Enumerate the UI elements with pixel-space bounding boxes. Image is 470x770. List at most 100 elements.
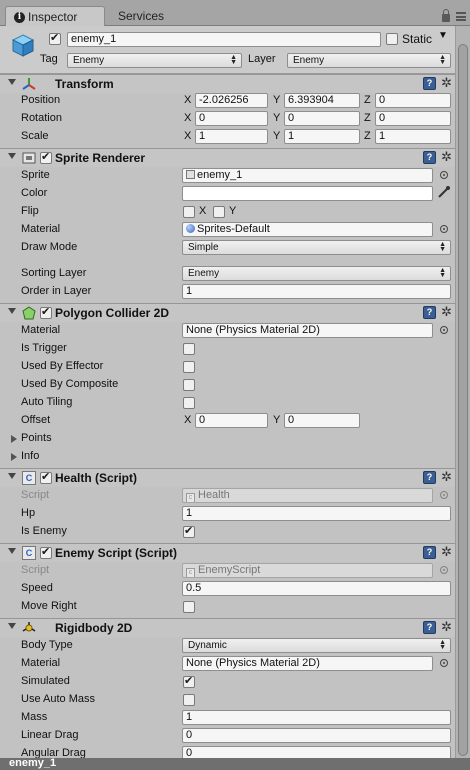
is-enemy-checkbox[interactable] [183,524,195,538]
position-label: Position [21,94,61,106]
gear-icon[interactable]: ✲ [441,470,452,485]
rigidbody-material-field[interactable]: None (Physics Material 2D) [182,656,433,671]
help-icon[interactable]: ? [423,621,436,634]
used-by-effector-checkbox[interactable] [183,361,195,373]
object-picker-icon[interactable] [440,171,448,179]
speed-input[interactable]: 0.5 [182,581,451,596]
polygon-collider-enabled-checkbox[interactable] [40,305,52,319]
menu-icon[interactable] [456,12,466,21]
help-icon[interactable]: ? [423,471,436,484]
position-x-input[interactable]: -2.026256 [195,93,268,108]
axis-z-label: Z [364,94,371,106]
enemy-script-header[interactable]: C Enemy Script (Script) ? ✲ [0,543,455,562]
sprite-renderer-enabled-checkbox[interactable] [40,150,52,164]
color-swatch[interactable] [182,186,433,201]
help-icon[interactable]: ? [423,151,436,164]
object-picker-icon[interactable] [440,326,448,334]
info-label[interactable]: Info [21,450,39,462]
health-enabled-checkbox[interactable] [40,470,52,484]
fold-arrow-icon[interactable] [8,308,16,314]
offset-x-input[interactable]: 0 [195,413,268,428]
scale-z-input[interactable]: 1 [375,129,451,144]
rigidbody-header[interactable]: Rigidbody 2D ? ✲ [0,618,455,637]
body-type-label: Body Type [21,639,73,651]
material-field[interactable]: Sprites-Default [182,222,433,237]
body-type-dropdown[interactable]: Dynamic ▲ ▼ [182,638,451,653]
fold-arrow-icon[interactable] [8,79,16,85]
hp-input[interactable]: 1 [182,506,451,521]
simulated-checkbox[interactable] [183,674,195,688]
scrollbar-thumb[interactable] [458,44,468,756]
gear-icon[interactable]: ✲ [441,545,452,560]
move-right-checkbox[interactable] [183,601,195,613]
is-trigger-checkbox[interactable] [183,343,195,355]
polygon-collider-header[interactable]: Polygon Collider 2D ? ✲ [0,303,455,322]
used-by-composite-checkbox[interactable] [183,379,195,391]
tab-inspector[interactable]: i Inspector [5,6,105,26]
rotation-z-input[interactable]: 0 [375,111,451,126]
gear-icon[interactable]: ✲ [441,76,452,91]
enemy-script-label: Script [21,564,50,576]
offset-y-input[interactable]: 0 [284,413,360,428]
rotation-x-input[interactable]: 0 [195,111,268,126]
object-name-input[interactable]: enemy_1 [67,32,381,47]
tag-label: Tag [40,53,58,65]
gear-icon[interactable]: ✲ [441,620,452,635]
linear-drag-label: Linear Drag [21,729,79,741]
static-dropdown-icon[interactable]: ▼ [438,30,448,41]
health-script-header[interactable]: C Health (Script) ? ✲ [0,468,455,487]
sprite-renderer-header[interactable]: Sprite Renderer ? ✲ [0,148,455,167]
help-icon[interactable]: ? [423,546,436,559]
linear-drag-input[interactable]: 0 [182,728,451,743]
active-checkbox[interactable] [49,31,61,45]
sprite-field[interactable]: enemy_1 [182,168,433,183]
eyedropper-icon[interactable] [437,185,451,199]
auto-tiling-checkbox[interactable] [183,397,195,409]
info-fold-icon[interactable] [11,453,17,461]
points-label[interactable]: Points [21,432,52,444]
fold-arrow-icon[interactable] [8,623,16,629]
use-auto-mass-label: Use Auto Mass [21,693,95,705]
position-z-input[interactable]: 0 [375,93,451,108]
fold-arrow-icon[interactable] [8,473,16,479]
scale-y-input[interactable]: 1 [284,129,360,144]
flip-y-checkbox[interactable] [213,206,225,218]
lock-icon[interactable] [442,9,450,22]
sorting-layer-dropdown[interactable]: Enemy ▲ ▼ [182,266,451,281]
tag-dropdown[interactable]: Enemy ▲ ▼ [67,53,242,68]
status-bar: enemy_1 [0,757,470,770]
color-label: Color [21,187,48,199]
help-icon[interactable]: ? [423,306,436,319]
use-auto-mass-checkbox[interactable] [183,694,195,706]
collider-material-field[interactable]: None (Physics Material 2D) [182,323,433,338]
position-y-input[interactable]: 6.393904 [284,93,360,108]
flip-label: Flip [21,205,39,217]
transform-header[interactable]: Transform ? ✲ [0,74,455,93]
fold-arrow-icon[interactable] [8,548,16,554]
collider-material-label: Material [21,324,61,336]
mass-input[interactable]: 1 [182,710,451,725]
layer-dropdown[interactable]: Enemy ▲ ▼ [287,53,451,68]
flip-y-label: Y [229,205,237,217]
rotation-y-input[interactable]: 0 [284,111,360,126]
scale-x-input[interactable]: 1 [195,129,268,144]
tab-services[interactable]: Services [110,6,172,26]
enemy-script-enabled-checkbox[interactable] [40,545,52,559]
object-picker-icon[interactable] [440,225,448,233]
gear-icon[interactable]: ✲ [441,305,452,320]
vertical-scrollbar[interactable] [455,26,470,758]
draw-mode-dropdown[interactable]: Simple ▲ ▼ [182,240,451,255]
static-checkbox[interactable] [386,33,398,45]
simulated-label: Simulated [21,675,70,687]
help-icon[interactable]: ? [423,77,436,90]
object-picker-icon[interactable] [440,659,448,667]
tab-bar: i Inspector Services [0,0,470,26]
axis-y-label: Y [273,414,281,426]
fold-arrow-icon[interactable] [8,153,16,159]
draw-mode-value: Simple [188,242,219,253]
points-fold-icon[interactable] [11,435,17,443]
order-in-layer-input[interactable]: 1 [182,284,451,299]
flip-x-checkbox[interactable] [183,206,195,218]
gear-icon[interactable]: ✲ [441,150,452,165]
tab-services-label: Services [118,9,165,23]
